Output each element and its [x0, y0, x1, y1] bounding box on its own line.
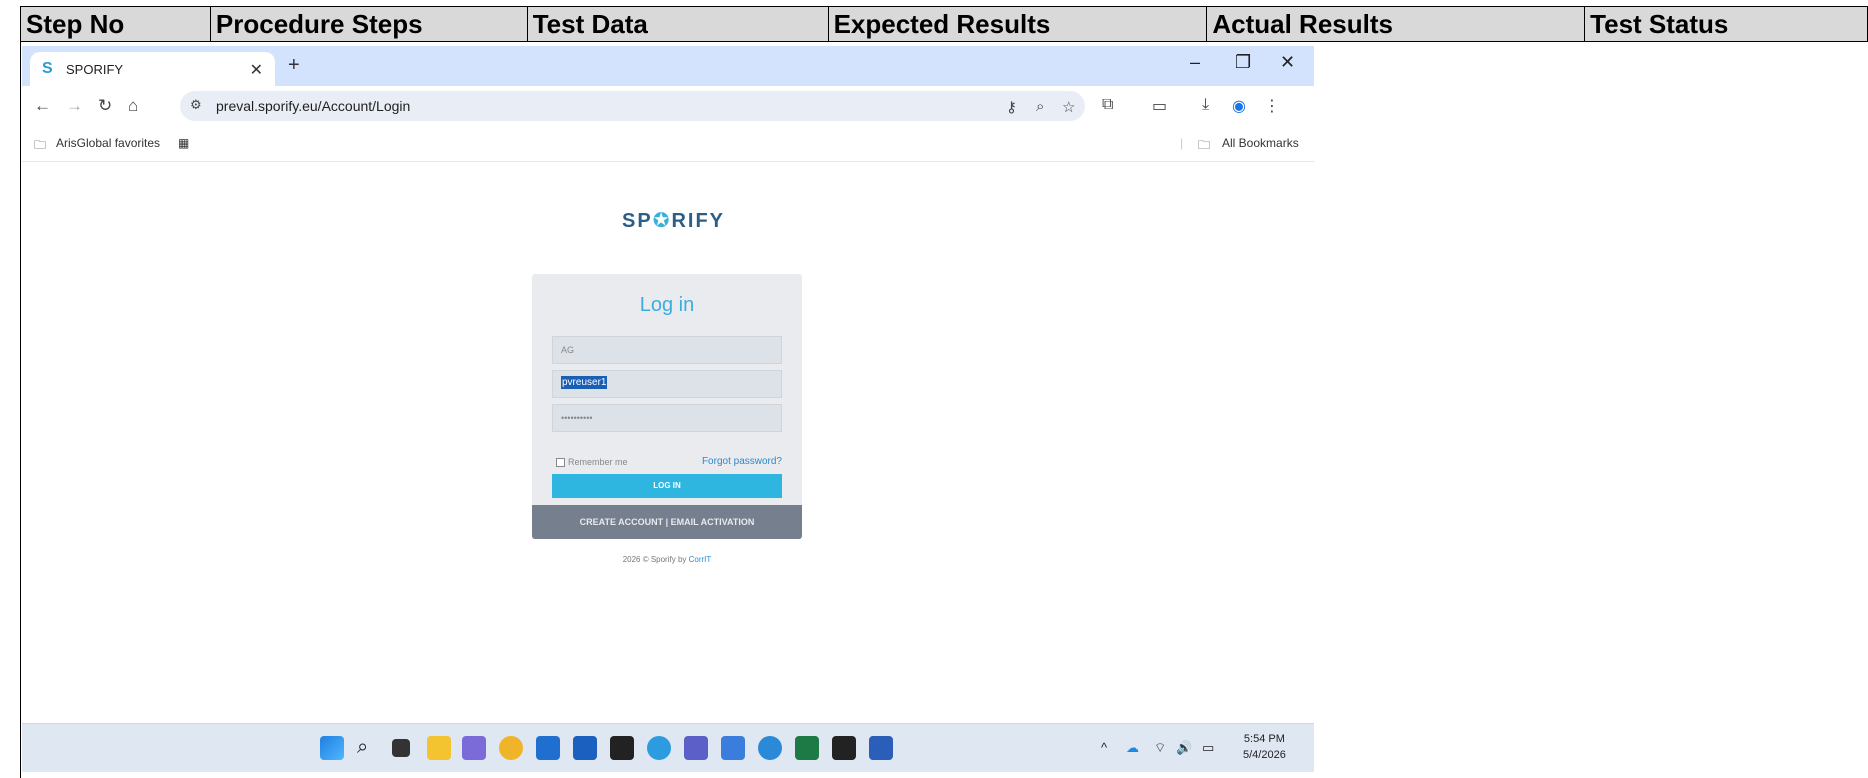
- password-field[interactable]: ••••••••••: [552, 404, 782, 432]
- profile-icon[interactable]: ◉: [1232, 96, 1246, 116]
- forgot-password-link[interactable]: Forgot password?: [702, 456, 782, 467]
- tab-search-icon[interactable]: ▭: [1152, 96, 1167, 116]
- login-button[interactable]: LOG IN: [552, 474, 782, 498]
- address-bar[interactable]: ⚙ preval.sporify.eu/Account/Login ⚷ ⌕ ☆: [180, 91, 1085, 121]
- company-field[interactable]: AG: [552, 336, 782, 364]
- username-value: pvreuser1: [561, 376, 608, 389]
- reload-icon[interactable]: ↻: [98, 96, 112, 116]
- all-bookmarks-folder-icon: 🗀: [1198, 138, 1211, 152]
- browser-screenshot: S SPORIFY ✕ + – ❐ ✕ ← → ↻ ⌂ ⚙ preval.spo…: [22, 46, 1314, 778]
- username-field[interactable]: pvreuser1: [552, 370, 782, 398]
- login-card: Log in AG pvreuser1 •••••••••• Remember …: [532, 274, 802, 539]
- onedrive-icon[interactable]: ☁: [1126, 740, 1139, 756]
- logo-prefix: SP: [622, 210, 653, 232]
- word-icon[interactable]: [869, 736, 893, 760]
- header-procedure-steps: Procedure Steps: [210, 7, 528, 42]
- bookmark-arisglobal-favorites[interactable]: ArisGlobal favorites: [56, 136, 160, 150]
- home-icon[interactable]: ⌂: [128, 96, 138, 116]
- excel-icon[interactable]: [795, 736, 819, 760]
- zoom-icon[interactable]: ⌕: [1036, 98, 1044, 115]
- bookmark-star-icon[interactable]: ☆: [1062, 98, 1075, 116]
- menu-icon[interactable]: ⋮: [1264, 96, 1280, 116]
- clock-time: 5:54 PM: [1243, 733, 1285, 745]
- notepad-icon[interactable]: [721, 736, 745, 760]
- close-tab-icon[interactable]: ✕: [250, 60, 263, 80]
- new-tab-icon[interactable]: +: [288, 54, 300, 77]
- header-step-no: Step No: [21, 7, 211, 42]
- login-title: Log in: [639, 294, 695, 316]
- test-table-header: Step No Procedure Steps Test Data Expect…: [20, 6, 1868, 42]
- tab-title: SPORIFY: [66, 61, 124, 77]
- back-icon[interactable]: ←: [34, 96, 51, 116]
- password-key-icon[interactable]: ⚷: [1006, 98, 1017, 116]
- tray-chevron-icon[interactable]: ^: [1101, 740, 1107, 755]
- battery-icon[interactable]: ▭: [1202, 740, 1214, 756]
- sporify-logo: SP✪RIFY: [622, 208, 725, 233]
- task-view-icon[interactable]: [392, 739, 410, 757]
- outlook-icon[interactable]: [536, 736, 560, 760]
- minimize-icon[interactable]: –: [1190, 52, 1200, 73]
- sticky-notes-icon[interactable]: [832, 736, 856, 760]
- login-page: SP✪RIFY Log in AG pvreuser1 •••••••••• R…: [22, 162, 1314, 723]
- volume-icon[interactable]: 🔊: [1176, 740, 1192, 756]
- edge-icon[interactable]: [647, 736, 671, 760]
- search-icon[interactable]: ⌕: [357, 736, 381, 760]
- system-clock[interactable]: 5:54 PM 5/4/2026: [1243, 731, 1286, 763]
- download-icon[interactable]: ⤓: [1202, 96, 1209, 114]
- header-test-status: Test Status: [1585, 7, 1868, 42]
- m365-icon[interactable]: [462, 736, 486, 760]
- url-text: preval.sporify.eu/Account/Login: [216, 98, 411, 114]
- copyright-text: 2026 © Sporify by: [622, 555, 689, 564]
- browser-toolbar: ← → ↻ ⌂ ⚙ preval.sporify.eu/Account/Logi…: [22, 86, 1314, 126]
- site-info-icon[interactable]: ⚙: [190, 97, 202, 113]
- header-expected-results: Expected Results: [828, 7, 1208, 42]
- corrit-link[interactable]: CorrIT: [689, 555, 712, 564]
- intellij-icon[interactable]: [610, 736, 634, 760]
- copyright: 2026 © Sporify by CorrIT: [532, 555, 802, 564]
- start-icon[interactable]: [320, 736, 344, 760]
- bookmarks-bar: 🗀 ArisGlobal favorites ▦ | 🗀 All Bookmar…: [22, 126, 1314, 162]
- windows-taskbar: ⌕ ^ ☁ ⌔ 🔊 ▭ 5:54 PM 5/4/2026: [22, 723, 1314, 772]
- browser-tab[interactable]: S SPORIFY ✕: [30, 52, 275, 86]
- tab-strip: S SPORIFY ✕ + – ❐ ✕: [22, 46, 1314, 86]
- all-bookmarks[interactable]: All Bookmarks: [1222, 136, 1299, 150]
- header-test-data: Test Data: [527, 7, 829, 42]
- logo-suffix: RIFY: [671, 210, 726, 232]
- edge-dev-icon[interactable]: [758, 736, 782, 760]
- store-icon[interactable]: [573, 736, 597, 760]
- file-explorer-icon[interactable]: [427, 736, 451, 760]
- header-actual-results: Actual Results: [1207, 7, 1586, 42]
- restore-icon[interactable]: ❐: [1235, 52, 1251, 73]
- wifi-icon[interactable]: ⌔: [1154, 740, 1166, 756]
- teams-icon[interactable]: [684, 736, 708, 760]
- bookmarks-divider: |: [1180, 136, 1184, 150]
- apps-grid-icon[interactable]: ▦: [178, 136, 189, 150]
- create-account-link[interactable]: CREATE ACCOUNT | EMAIL ACTIVATION: [532, 505, 802, 539]
- sporify-favicon-icon: S: [42, 60, 53, 77]
- clock-date: 5/4/2026: [1243, 749, 1286, 761]
- extensions-icon[interactable]: ⧉: [1102, 96, 1113, 114]
- logo-accent: ✪: [652, 210, 672, 232]
- forward-icon[interactable]: →: [66, 96, 83, 116]
- chrome-icon[interactable]: [499, 736, 523, 760]
- bookmark-folder-icon: 🗀: [34, 138, 47, 152]
- remember-label: Remember me: [568, 457, 628, 467]
- remember-me[interactable]: Remember me: [556, 457, 628, 467]
- close-window-icon[interactable]: ✕: [1280, 52, 1295, 73]
- remember-checkbox[interactable]: [556, 457, 565, 467]
